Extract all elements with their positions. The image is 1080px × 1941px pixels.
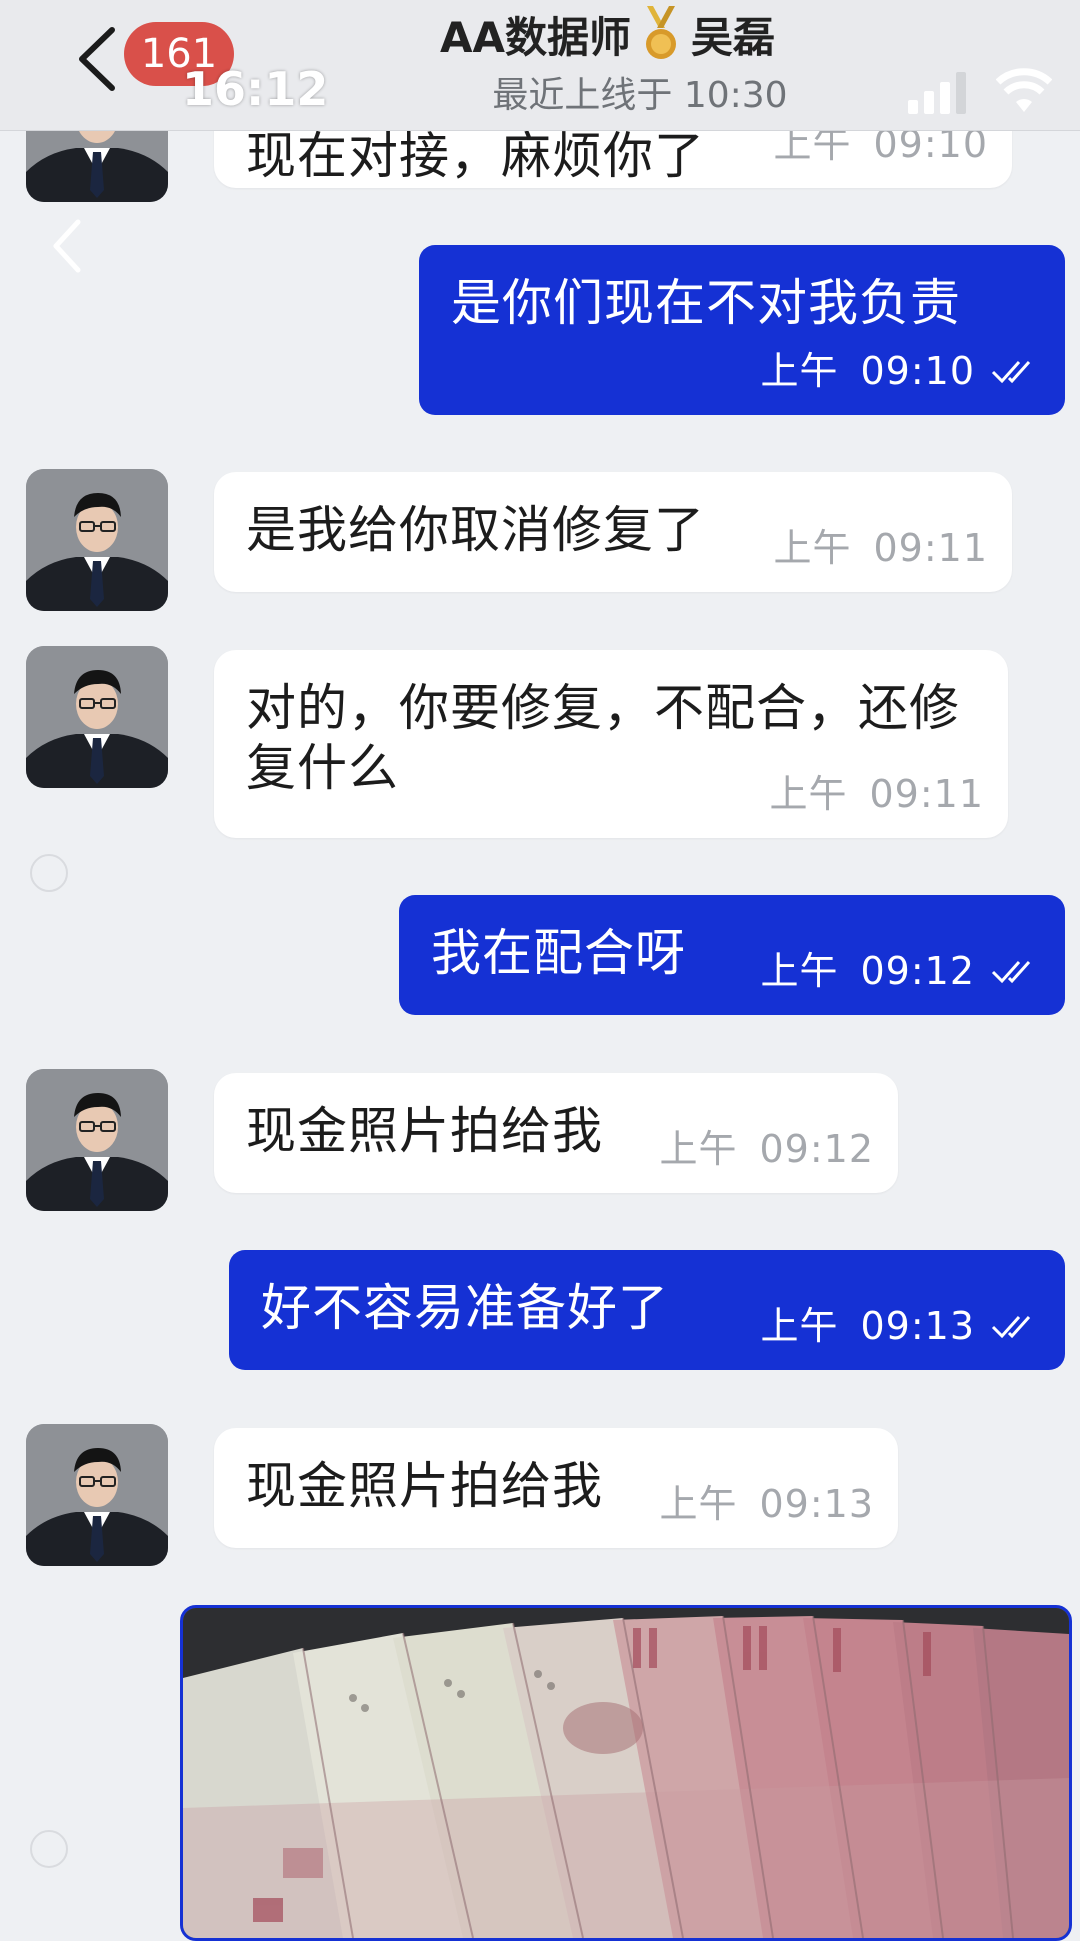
message-text: 我在配合呀 <box>431 924 686 982</box>
message-text: 现在对接，麻烦你了 <box>246 127 705 185</box>
message-ampm: 上午 <box>760 949 839 993</box>
read-receipt-icon <box>991 1315 1031 1339</box>
medal-icon <box>646 6 677 59</box>
message-ampm: 上午 <box>760 1304 839 1348</box>
select-circle[interactable] <box>30 1830 68 1868</box>
wifi-icon <box>996 68 1052 112</box>
chat-title[interactable]: AA数据师 吴磊 <box>440 4 775 64</box>
read-receipt-icon <box>991 360 1031 384</box>
message-time: 09:10 <box>860 349 975 393</box>
read-receipt-icon <box>991 960 1031 984</box>
message-meta: 上午 09:12 <box>659 1127 874 1171</box>
message-list: 现在对接，麻烦你了 上午 09:10 是你们现在不对我负责 上午 09:10 是我给… <box>0 0 1080 1941</box>
message-text: 好不容易准备好了 <box>261 1279 669 1337</box>
contact-avatar[interactable] <box>26 1069 168 1211</box>
message-meta: 上午 09:11 <box>773 526 988 570</box>
message-time: 09:13 <box>759 1482 874 1526</box>
contact-avatar[interactable] <box>26 646 168 788</box>
message-bubble-incoming[interactable]: 是我给你取消修复了 上午 09:11 <box>214 472 1012 592</box>
back-icon[interactable] <box>50 218 84 274</box>
signal-icon <box>908 72 966 114</box>
message-time: 09:12 <box>860 949 975 993</box>
message-time: 09:11 <box>873 526 988 570</box>
chat-title-left: AA数据师 <box>440 12 632 62</box>
message-meta: 上午 09:12 <box>760 949 1041 993</box>
message-ampm: 上午 <box>769 772 848 816</box>
message-bubble-outgoing[interactable]: 我在配合呀 上午 09:12 <box>399 895 1065 1015</box>
message-ampm: 上午 <box>659 1482 738 1526</box>
select-circle[interactable] <box>30 854 68 892</box>
photo-message[interactable] <box>180 1605 1072 1941</box>
cash-photo <box>183 1608 1069 1938</box>
message-ampm: 上午 <box>659 1127 738 1171</box>
message-bubble-outgoing[interactable]: 是你们现在不对我负责 上午 09:10 <box>419 245 1065 415</box>
message-ampm: 上午 <box>760 349 839 393</box>
message-text: 是你们现在不对我负责 <box>451 274 961 332</box>
message-bubble-incoming[interactable]: 对的，你要修复，不配合，还修复什么 上午 09:11 <box>214 650 1008 838</box>
message-bubble-incoming[interactable]: 现金照片拍给我 上午 09:12 <box>214 1073 898 1193</box>
chat-header: 161 16:12 AA数据师 吴磊 最近上线于 10:30 <box>0 0 1080 131</box>
contact-avatar[interactable] <box>26 1424 168 1566</box>
message-text: 现金照片拍给我 <box>246 1457 603 1515</box>
message-meta: 上午 09:13 <box>659 1482 874 1526</box>
message-bubble-incoming[interactable]: 现金照片拍给我 上午 09:13 <box>214 1428 898 1548</box>
message-bubble-outgoing[interactable]: 好不容易准备好了 上午 09:13 <box>229 1250 1065 1370</box>
message-time: 09:13 <box>860 1304 975 1348</box>
message-time: 09:11 <box>869 772 984 816</box>
message-meta: 上午 09:13 <box>760 1304 1041 1348</box>
message-text: 现金照片拍给我 <box>246 1102 603 1160</box>
message-meta: 上午 09:10 <box>760 349 1041 393</box>
message-text: 是我给你取消修复了 <box>246 501 705 559</box>
chat-title-right: 吴磊 <box>691 12 776 62</box>
message-ampm: 上午 <box>773 526 852 570</box>
message-time: 09:12 <box>759 1127 874 1171</box>
message-meta: 上午 09:11 <box>769 772 984 816</box>
contact-avatar[interactable] <box>26 469 168 611</box>
